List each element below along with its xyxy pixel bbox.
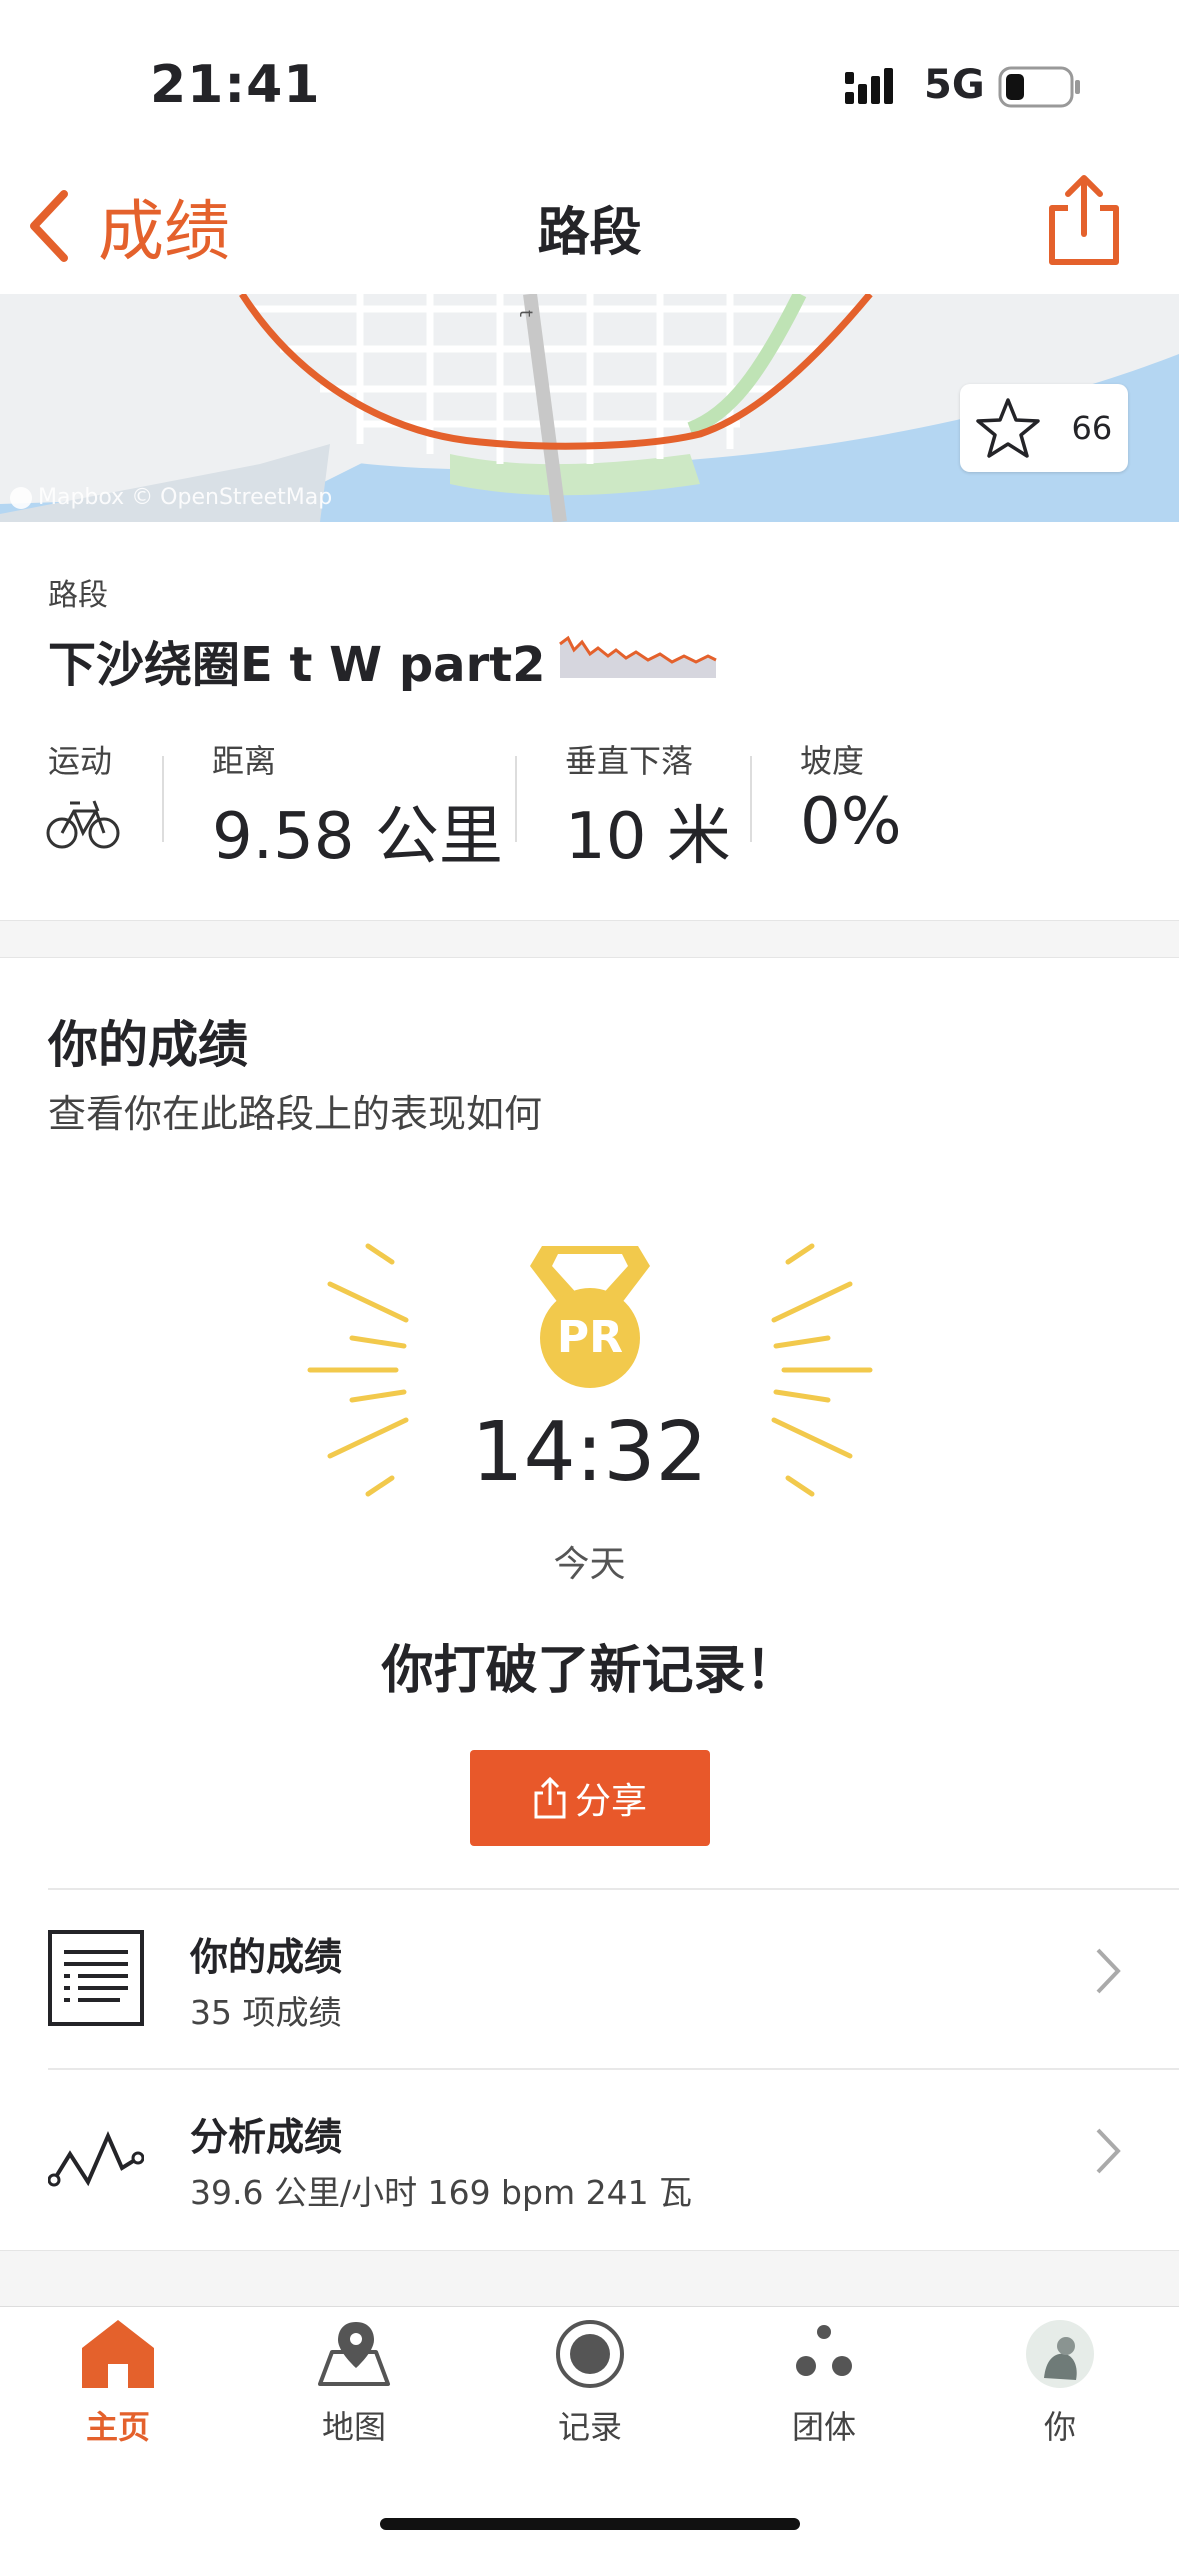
performance-title: 你的成绩 xyxy=(48,1016,248,1074)
sport-label: 运动 xyxy=(48,742,113,780)
elevation-profile xyxy=(556,630,720,684)
pr-badge-text: PR xyxy=(556,1312,624,1363)
home-icon xyxy=(82,2320,154,2388)
stat-divider xyxy=(162,756,164,842)
row-subtitle: 35 项成绩 xyxy=(190,1993,342,2032)
distance-value: 9.58 公里 xyxy=(212,800,503,874)
star-segment-button[interactable]: 66 xyxy=(960,384,1128,472)
record-icon xyxy=(556,2320,624,2388)
svg-text:t: t xyxy=(515,310,536,317)
battery-icon xyxy=(998,66,1082,112)
segment-name: 下沙绕圈E t W part2 xyxy=(48,637,546,693)
page-title: 路段 xyxy=(537,203,642,263)
network-label: 5G xyxy=(924,62,985,108)
section-separator xyxy=(0,2250,1179,2307)
tab-home[interactable]: 主页 xyxy=(38,2318,198,2448)
avatar xyxy=(1026,2320,1094,2388)
map-attribution-text: Mapbox © OpenStreetMap xyxy=(38,485,333,510)
groups-icon xyxy=(796,2325,852,2376)
pr-message: 你打破了新记录！ xyxy=(381,1641,798,1701)
analysis-graph-icon xyxy=(47,2124,145,2198)
home-indicator xyxy=(380,2518,800,2530)
map-attribution[interactable]: Mapbox © OpenStreetMap xyxy=(10,485,332,510)
stat-divider xyxy=(750,756,752,842)
mapbox-logo-icon xyxy=(10,487,32,509)
pr-time: 14:32 xyxy=(471,1405,708,1500)
tab-record[interactable]: 记录 xyxy=(510,2318,670,2448)
distance-label: 距离 xyxy=(212,742,277,780)
star-count: 66 xyxy=(1071,409,1113,447)
drop-label: 垂直下落 xyxy=(565,742,694,780)
your-efforts-row[interactable]: 你的成绩 35 项成绩 xyxy=(0,1890,1179,2068)
tab-you[interactable]: 你 xyxy=(980,2318,1140,2448)
drop-value: 10 米 xyxy=(565,800,731,874)
share-icon[interactable] xyxy=(1046,174,1122,270)
chevron-right-icon xyxy=(1094,2126,1122,2180)
tab-label: 记录 xyxy=(557,2408,622,2446)
status-time: 21:41 xyxy=(150,55,321,115)
map-pin-icon xyxy=(318,2322,390,2386)
chevron-right-icon xyxy=(1094,1946,1122,2000)
tab-label: 主页 xyxy=(85,2408,150,2446)
tab-label: 地图 xyxy=(321,2408,386,2446)
pr-medal-icon: PR xyxy=(528,1240,652,1390)
row-title: 分析成绩 xyxy=(190,2115,343,2159)
performance-subtitle: 查看你在此路段上的表现如何 xyxy=(48,1092,543,1136)
stat-divider xyxy=(515,756,517,842)
section-separator xyxy=(0,920,1179,958)
list-icon xyxy=(48,1930,144,2030)
grade-label: 坡度 xyxy=(800,742,865,780)
grade-value: 0% xyxy=(800,785,902,859)
tab-groups[interactable]: 团体 xyxy=(744,2318,904,2448)
tab-map[interactable]: 地图 xyxy=(274,2318,434,2448)
tab-label: 团体 xyxy=(791,2408,856,2446)
star-icon xyxy=(976,398,1040,458)
tab-label: 你 xyxy=(1043,2408,1076,2446)
bike-icon xyxy=(46,795,120,855)
share-button[interactable]: 分享 xyxy=(470,1750,710,1846)
share-icon xyxy=(534,1777,566,1819)
row-subtitle: 39.6 公里/小时 169 bpm 241 瓦 xyxy=(190,2173,693,2212)
row-title: 你的成绩 xyxy=(190,1935,343,1979)
analyze-effort-row[interactable]: 分析成绩 39.6 公里/小时 169 bpm 241 瓦 xyxy=(0,2070,1179,2248)
segment-label: 路段 xyxy=(48,578,108,613)
signal-icon xyxy=(845,68,905,112)
pr-date: 今天 xyxy=(553,1544,626,1585)
share-label: 分享 xyxy=(574,1781,647,1822)
